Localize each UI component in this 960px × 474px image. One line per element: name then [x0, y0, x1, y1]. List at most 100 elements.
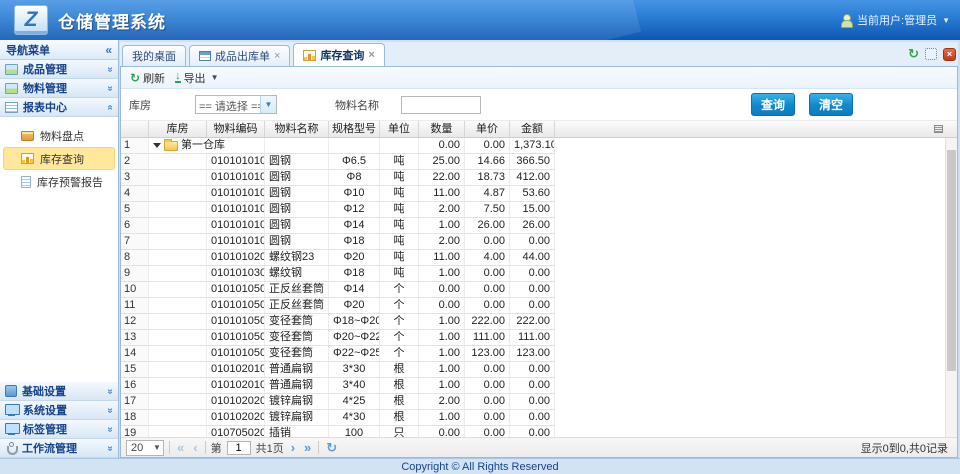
table-row[interactable]: 14010101050303变径套筒Φ22~Φ25个1.00123.00123.… — [121, 346, 555, 362]
table-row[interactable]: 80101010205螺纹钢23Φ20吨11.004.0044.00 — [121, 250, 555, 266]
cell-material-code: 0101010205 — [207, 250, 265, 265]
row-number: 11 — [121, 298, 149, 313]
col-unit[interactable]: 单位 — [380, 121, 419, 137]
table-row[interactable]: 170101020201镀锌扁钢4*25根2.000.000.00 — [121, 394, 555, 410]
user-caret-icon: ▼ — [942, 16, 950, 25]
grid-body: 1第一仓库0.000.001,373.1020101010101圆钢Φ6.5吨2… — [121, 138, 945, 437]
sidebar-group-basic-settings[interactable]: 基础设置 » — [0, 382, 118, 401]
cell-quantity: 1.00 — [419, 330, 465, 345]
table-row[interactable]: 190107050201插销100只0.000.000.00 — [121, 426, 555, 437]
cell-unit-price: 0.00 — [465, 234, 510, 249]
sidebar-item-inventory-query[interactable]: 库存查询 — [3, 147, 115, 170]
clear-button[interactable]: 清空 — [809, 93, 853, 116]
tab-my-desktop[interactable]: 我的桌面 — [122, 45, 186, 66]
table-row[interactable]: 180101020202镀锌扁钢4*30根1.000.000.00 — [121, 410, 555, 426]
cell-unit-price: 26.00 — [465, 218, 510, 233]
cell-amount: 0.00 — [510, 266, 555, 281]
sidebar-group-material[interactable]: 物料管理 » — [0, 79, 118, 98]
table-row[interactable]: 60101010105圆钢Φ14吨1.0026.0026.00 — [121, 218, 555, 234]
table-row[interactable]: 90101010309螺纹钢Φ18吨1.000.000.00 — [121, 266, 555, 282]
cell-amount: 0.00 — [510, 426, 555, 437]
tab-product-outbound[interactable]: 成品出库单 × — [189, 45, 290, 66]
col-unit-price[interactable]: 单价 — [465, 121, 510, 137]
warehouse-select-value: == 请选择 == — [196, 96, 260, 113]
sidebar-item-material-count[interactable]: 物料盘点 — [3, 124, 115, 147]
tree-node-cell: 第一仓库 — [149, 138, 207, 153]
first-page-button[interactable]: « — [175, 441, 186, 454]
col-warehouse[interactable]: 库房 — [149, 121, 207, 137]
copyright-text: Copyright © All Rights Reserved — [401, 461, 558, 473]
table-row[interactable]: 10010101050201正反丝套筒Φ14个0.000.000.00 — [121, 282, 555, 298]
col-material-name[interactable]: 物料名称 — [265, 121, 329, 137]
sidebar-item-label: 物料盘点 — [40, 128, 84, 144]
table-row[interactable]: 40101010103圆钢Φ10吨11.004.8753.60 — [121, 186, 555, 202]
column-menu-icon[interactable] — [934, 125, 943, 133]
table-row[interactable]: 30101010102圆钢Φ8吨22.0018.73412.00 — [121, 170, 555, 186]
table-row[interactable]: 70101010107圆钢Φ18吨2.000.000.00 — [121, 234, 555, 250]
row-number: 17 — [121, 394, 149, 409]
table-row[interactable]: 150101020101普通扁钢3*30根1.000.000.00 — [121, 362, 555, 378]
prev-page-button[interactable]: ‹ — [191, 441, 199, 454]
last-page-button[interactable]: » — [302, 441, 313, 454]
sidebar-item-label: 库存预警报告 — [37, 174, 103, 190]
col-spec-model[interactable]: 规格型号 — [329, 121, 380, 137]
sidebar-group-system-settings[interactable]: 系统设置 » — [0, 401, 118, 420]
chevron-down-icon: » — [105, 445, 116, 451]
close-all-icon[interactable]: × — [943, 48, 956, 61]
footer: Copyright © All Rights Reserved — [0, 458, 960, 474]
page-number-input[interactable] — [227, 441, 251, 455]
tab-close-icon[interactable]: × — [368, 50, 374, 61]
col-amount[interactable]: 金额 — [510, 121, 555, 137]
next-page-button[interactable]: › — [289, 441, 297, 454]
tab-close-icon[interactable]: × — [274, 51, 280, 62]
vertical-scrollbar[interactable] — [945, 138, 957, 437]
refresh-button[interactable]: ↻ 刷新 — [127, 69, 168, 87]
page-size-select[interactable]: 20 ▼ — [126, 440, 164, 456]
table-row[interactable]: 50101010104圆钢Φ12吨2.007.5015.00 — [121, 202, 555, 218]
warehouse-select[interactable]: == 请选择 == ▼ — [195, 95, 277, 114]
table-row[interactable]: 12010101050301变径套筒Φ18~Φ20个1.00222.00222.… — [121, 314, 555, 330]
cell-material-code: 0101020101 — [207, 362, 265, 377]
current-user-menu[interactable]: 当前用户:管理员 ▼ — [840, 12, 950, 28]
table-row[interactable]: 11010101050204正反丝套筒Φ20个0.000.000.00 — [121, 298, 555, 314]
tab-inventory-query[interactable]: 库存查询 × — [293, 43, 384, 66]
cell-material-name: 镀锌扁钢 — [265, 394, 329, 409]
cell-material-name: 圆钢 — [265, 170, 329, 185]
table-row[interactable]: 20101010101圆钢Φ6.5吨25.0014.66366.50 — [121, 154, 555, 170]
group-label: 标签管理 — [23, 421, 67, 437]
inventory-datagrid: 库房 物料编码 物料名称 规格型号 单位 数量 单价 金额 1第一仓库0.000… — [121, 121, 957, 437]
tab-label: 我的桌面 — [132, 48, 176, 64]
sidebar-item-inventory-warning-report[interactable]: 库存预警报告 — [3, 170, 115, 193]
tree-collapse-icon[interactable] — [153, 143, 161, 148]
cell-spec: 100 — [329, 426, 380, 437]
export-button[interactable]: ↓ 导出 ▼ — [172, 69, 221, 87]
sidebar-collapse-icon[interactable]: « — [105, 43, 112, 57]
sidebar-group-product[interactable]: 成品管理 » — [0, 60, 118, 79]
row-number: 8 — [121, 250, 149, 265]
sidebar-group-label-management[interactable]: 标签管理 » — [0, 420, 118, 439]
sidebar-group-reports[interactable]: 报表中心 » — [0, 98, 118, 117]
cell-unit: 吨 — [380, 170, 419, 185]
cell-material-name: 镀锌扁钢 — [265, 410, 329, 425]
col-material-code[interactable]: 物料编码 — [207, 121, 265, 137]
cell-unit-price: 4.87 — [465, 186, 510, 201]
table-row[interactable]: 160101020102普通扁钢3*40根1.000.000.00 — [121, 378, 555, 394]
col-quantity[interactable]: 数量 — [419, 121, 465, 137]
row-number: 10 — [121, 282, 149, 297]
table-row-warehouse[interactable]: 1第一仓库0.000.001,373.10 — [121, 138, 555, 154]
cell-spec: Φ6.5 — [329, 154, 380, 169]
cell-quantity: 1.00 — [419, 362, 465, 377]
table-row[interactable]: 13010101050302变径套筒Φ20~Φ22个1.00111.00111.… — [121, 330, 555, 346]
maximize-icon[interactable] — [925, 48, 937, 60]
material-name-input[interactable] — [401, 96, 481, 114]
cell-spec: 4*30 — [329, 410, 380, 425]
search-button[interactable]: 查询 — [751, 93, 795, 116]
combo-arrow-icon[interactable]: ▼ — [260, 96, 276, 113]
sidebar-group-workflow[interactable]: 工作流管理 » — [0, 439, 118, 458]
cell-unit: 根 — [380, 410, 419, 425]
scrollbar-thumb[interactable] — [947, 150, 956, 371]
cell-amount: 1,373.10 — [510, 138, 555, 153]
tabs-refresh-icon[interactable]: ↻ — [908, 46, 919, 62]
cell-unit: 吨 — [380, 154, 419, 169]
pager-refresh-button[interactable]: ↻ — [324, 441, 339, 454]
